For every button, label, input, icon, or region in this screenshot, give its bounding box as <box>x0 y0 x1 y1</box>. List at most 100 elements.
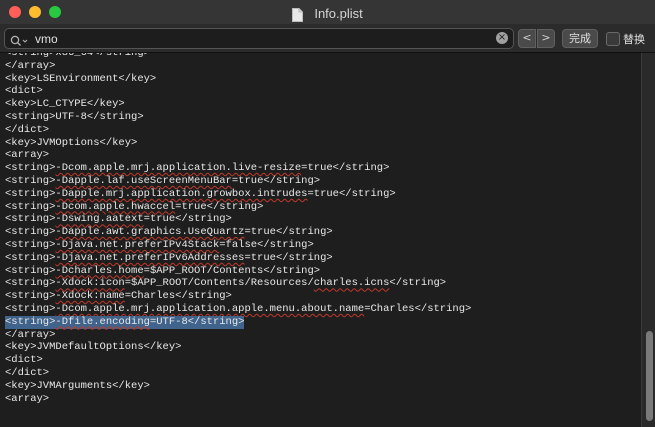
replace-checkbox[interactable] <box>606 32 620 46</box>
code-text: <string> <box>5 226 56 239</box>
text-line[interactable]: <key>JVMDefaultOptions</key> <box>5 341 471 354</box>
text-line[interactable]: <string>-Dcharles.home=$APP_ROOT/Content… <box>5 265 471 278</box>
code-text: <key>LSEnvironment</key> <box>5 72 157 85</box>
clear-icon[interactable]: × <box>496 32 508 44</box>
code-text: <key>LC_CTYPE</key> <box>5 98 125 111</box>
code-text: </dict> <box>5 123 50 136</box>
line-text[interactable]: <dict> <box>5 354 471 367</box>
next-match-button[interactable]: > <box>537 29 555 48</box>
line-text[interactable]: <key>LSEnvironment</key> <box>5 73 471 86</box>
code-text: =true</string> <box>244 251 333 264</box>
code-text: =true</string> <box>231 174 321 187</box>
code-text: <key>JVMOptions</key> <box>5 136 138 149</box>
code-text: </string> <box>389 277 447 290</box>
text-line[interactable]: <string>-Dcom.apple.mrj.application.appl… <box>5 303 471 316</box>
misspelled-text: -Dcharles.home <box>55 264 144 277</box>
line-text[interactable]: <string>-Dapple.awt.graphics.UseQuartz=t… <box>5 226 471 239</box>
line-text[interactable]: <key>JVMArguments</key> <box>5 380 471 393</box>
search-input[interactable] <box>35 31 485 46</box>
text-line[interactable]: <dict> <box>5 85 471 98</box>
line-text[interactable]: <string>x86_64</string> <box>5 53 471 60</box>
code-text: =Charles</string> <box>124 290 232 303</box>
code-text: =Charles</string> <box>364 302 472 315</box>
line-text[interactable]: <string>-Dcharles.home=$APP_ROOT/Content… <box>5 265 471 278</box>
code-text: </array> <box>5 328 56 341</box>
misspelled-text: -Xdock:name <box>55 290 125 303</box>
line-text[interactable]: </dict> <box>5 124 471 137</box>
scrollbar-thumb[interactable] <box>646 331 653 421</box>
code-text: =false</string> <box>219 238 314 251</box>
text-line[interactable]: <string>-Dfile.encoding=UTF-8</string> <box>5 315 471 329</box>
text-line[interactable]: <key>JVMArguments</key> <box>5 380 471 393</box>
text-line[interactable]: <string>-Dcom.apple.mrj.application.live… <box>5 162 471 175</box>
text-line[interactable]: <string>UTF-8</string> <box>5 111 471 124</box>
text-line[interactable]: <string>-Dcom.apple.hwaccel=true</string… <box>5 201 471 214</box>
code-text: <string> <box>5 174 56 187</box>
line-text[interactable]: <string>-Xdock:name=Charles</string> <box>5 290 471 303</box>
text-line[interactable]: <array> <box>5 149 471 162</box>
text-line[interactable]: <string>-Djava.net.preferIPv6Addresses=t… <box>5 252 471 265</box>
line-text[interactable]: </array> <box>5 329 471 342</box>
line-text[interactable]: <string>-Xdock:icon=$APP_ROOT/Contents/R… <box>5 277 471 290</box>
text-line[interactable]: <dict> <box>5 354 471 367</box>
code-text: =true</string> <box>143 213 232 226</box>
code-text: <array> <box>5 149 50 162</box>
line-text[interactable]: <key>LC_CTYPE</key> <box>5 98 471 111</box>
search-icon[interactable] <box>10 32 28 46</box>
line-text[interactable]: <dict> <box>5 85 471 98</box>
code-text: <string>x86_64</string> <box>5 53 150 59</box>
text-line[interactable]: <key>LSEnvironment</key> <box>5 73 471 86</box>
line-text[interactable]: <string>-Dswing.aatext=true</string> <box>5 213 471 226</box>
text-line[interactable]: <key>JVMOptions</key> <box>5 137 471 150</box>
selected-text[interactable]: <string>-Dfile.encoding=UTF-8</string> <box>5 315 245 329</box>
misspelled-text: -Dapple.awt.graphics.UseQuartz <box>55 226 245 239</box>
text-content[interactable]: <string>x86_64</string> </array> <key>LSEn… <box>5 53 471 405</box>
line-text[interactable]: <string>-Dcom.apple.mrj.application.appl… <box>5 303 471 316</box>
line-text[interactable]: </dict> <box>5 367 471 380</box>
code-text: =$APP_ROOT/Contents/Resources/ <box>124 277 314 290</box>
title-bar[interactable]: Info.plist <box>0 0 655 24</box>
line-text[interactable]: <string>-Dcom.apple.hwaccel=true</string… <box>5 201 471 214</box>
text-line[interactable]: <string>-Dapple.awt.graphics.UseQuartz=t… <box>5 226 471 239</box>
done-button[interactable]: 完成 <box>562 29 598 48</box>
line-text[interactable]: <key>JVMOptions</key> <box>5 137 471 150</box>
previous-match-button[interactable]: < <box>518 29 536 48</box>
text-line[interactable]: <string>-Dapple.mrj.application.growbox.… <box>5 188 471 201</box>
text-line[interactable]: <string>-Dapple.laf.useScreenMenuBar=tru… <box>5 175 471 188</box>
text-line[interactable]: <array> <box>5 393 471 406</box>
text-line[interactable]: </array> <box>5 329 471 342</box>
code-text: <string> <box>5 238 56 251</box>
text-line[interactable]: </dict> <box>5 367 471 380</box>
code-text: <dict> <box>5 85 43 98</box>
text-line[interactable]: <string>-Xdock:icon=$APP_ROOT/Contents/R… <box>5 277 471 290</box>
line-text[interactable]: <string>-Dcom.apple.mrj.application.live… <box>5 162 471 175</box>
line-text[interactable]: <key>JVMDefaultOptions</key> <box>5 341 471 354</box>
line-text[interactable]: <string>-Dapple.mrj.application.growbox.… <box>5 188 471 201</box>
search-field[interactable]: × <box>4 28 514 49</box>
text-line[interactable]: </dict> <box>5 124 471 137</box>
text-line[interactable]: <key>LC_CTYPE</key> <box>5 98 471 111</box>
line-text[interactable]: <string>-Djava.net.preferIPv4Stack=false… <box>5 239 471 252</box>
text-line[interactable]: </array> <box>5 60 471 73</box>
text-line[interactable]: <string>-Dswing.aatext=true</string> <box>5 213 471 226</box>
line-text[interactable]: <string>-Dapple.laf.useScreenMenuBar=tru… <box>5 175 471 188</box>
code-text: =UTF-8</string> <box>149 315 245 328</box>
code-text: <string> <box>5 290 56 303</box>
line-text[interactable]: <array> <box>5 393 471 406</box>
line-text[interactable]: <string>UTF-8</string> <box>5 111 471 124</box>
text-line[interactable]: <string>x86_64</string> <box>5 53 471 60</box>
vertical-scrollbar[interactable] <box>641 53 655 427</box>
line-text[interactable]: <string>-Djava.net.preferIPv6Addresses=t… <box>5 252 471 265</box>
line-text[interactable]: <array> <box>5 149 471 162</box>
title-container: Info.plist <box>0 3 655 22</box>
line-text[interactable]: </array> <box>5 60 471 73</box>
text-editor-area[interactable]: <string>x86_64</string> </array> <key>LSEn… <box>0 53 641 427</box>
replace-label: 替换 <box>623 33 645 46</box>
misspelled-text: -Xdock:icon <box>55 277 125 290</box>
misspelled-text: -Dapple.laf.useScreenMenuBar <box>55 174 232 187</box>
text-line[interactable]: <string>-Djava.net.preferIPv4Stack=false… <box>5 239 471 252</box>
code-text: <string> <box>5 264 56 277</box>
text-line[interactable]: <string>-Xdock:name=Charles</string> <box>5 290 471 303</box>
misspelled-text: -Djava.net.preferIPv4Stack <box>55 238 220 251</box>
misspelled-text: charles.icns <box>313 277 390 290</box>
